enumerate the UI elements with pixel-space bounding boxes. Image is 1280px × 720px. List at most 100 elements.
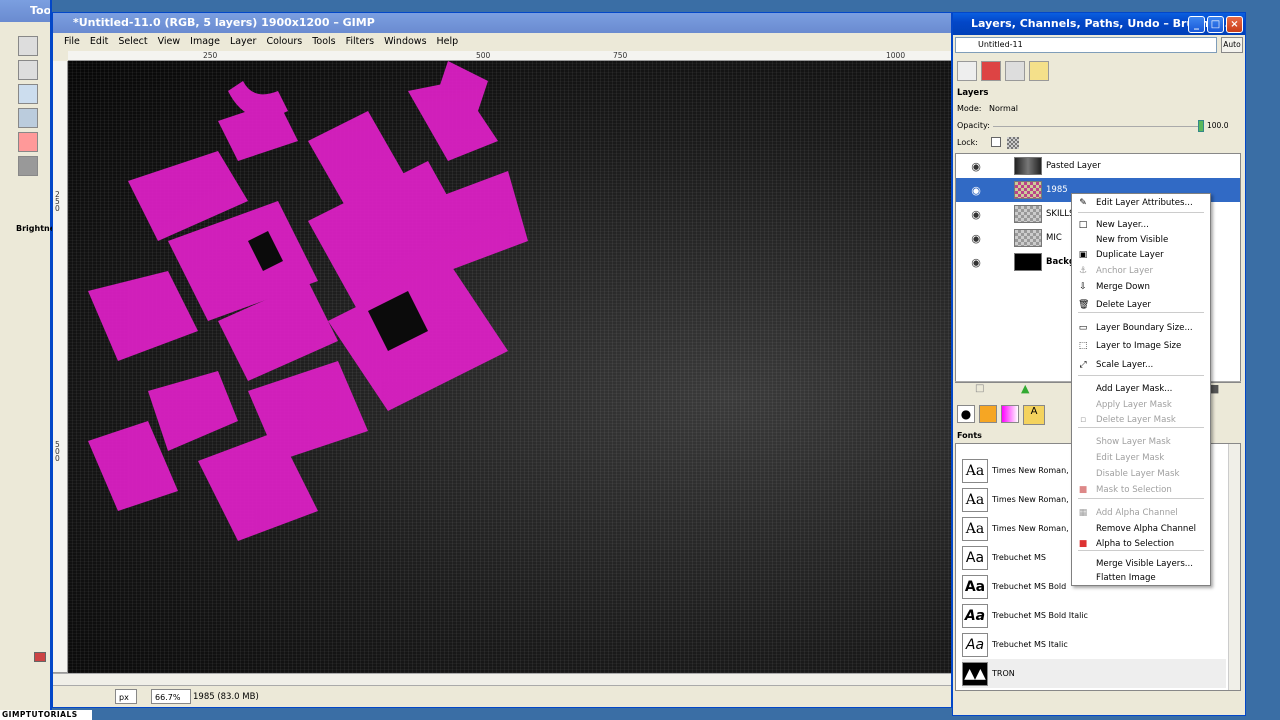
menu-item-merge-down[interactable]: ⇩ Merge Down	[1072, 280, 1210, 294]
font-item[interactable]: Aa Trebuchet MS Italic	[962, 630, 1226, 659]
fonts-tab-icon[interactable]: A	[1023, 405, 1045, 425]
font-item[interactable]: Aa Trebuchet MS Bold Italic	[962, 601, 1226, 630]
mode-label: Mode:	[957, 104, 982, 113]
font-name: Times New Roman, Ita	[992, 524, 1082, 533]
menu-item-label: New Layer...	[1096, 220, 1149, 230]
visibility-eye-icon[interactable]: ◉	[968, 256, 984, 269]
menu-item-duplicate-layer[interactable]: ▣ Duplicate Layer	[1072, 248, 1210, 262]
opacity-slider[interactable]	[993, 126, 1203, 127]
rect-select-tool-icon[interactable]	[18, 60, 38, 80]
image-window: *Untitled-11.0 (RGB, 5 layers) 1900x1200…	[52, 12, 952, 708]
paths-tab-icon[interactable]	[1005, 61, 1025, 81]
layer-row[interactable]: ◉ Pasted Layer	[956, 154, 1240, 178]
save-icon[interactable]	[34, 652, 46, 662]
menu-item-delete-layer-mask: ▫ Delete Layer Mask	[1072, 413, 1210, 427]
menu-item-layer-to-image-size[interactable]: ⬚ Layer to Image Size	[1072, 339, 1210, 353]
menu-item-delete-layer[interactable]: 🗑 Delete Layer	[1072, 298, 1210, 312]
opacity-slider-handle[interactable]	[1198, 120, 1204, 132]
menu-item-anchor-layer: ⚓ Anchor Layer	[1072, 264, 1210, 278]
close-icon[interactable]: ×	[1226, 16, 1243, 33]
menu-colours[interactable]: Colours	[261, 33, 307, 51]
menu-item-label: Delete Layer Mask	[1096, 415, 1176, 425]
font-preview-icon: Aa	[962, 458, 988, 483]
menu-item-remove-alpha-channel[interactable]: Remove Alpha Channel	[1072, 522, 1210, 536]
image-canvas[interactable]	[68, 61, 951, 673]
lock-alpha-icon[interactable]	[1007, 137, 1019, 149]
gradients-tab-icon[interactable]	[1001, 405, 1019, 423]
raise-layer-icon[interactable]: ▲	[1021, 382, 1029, 395]
maximize-icon[interactable]: □	[1207, 16, 1224, 33]
menu-filters[interactable]: Filters	[341, 33, 379, 51]
menu-item-label: Alpha to Selection	[1096, 539, 1175, 549]
channels-tab-icon[interactable]	[981, 61, 1001, 81]
image-titlebar[interactable]: *Untitled-11.0 (RGB, 5 layers) 1900x1200…	[53, 13, 951, 33]
menu-item-label: Layer Boundary Size...	[1096, 323, 1193, 333]
font-item[interactable]: ▲▲ TRON	[962, 659, 1226, 688]
patterns-tab-icon[interactable]	[979, 405, 997, 423]
menu-item-new-layer[interactable]: □ New Layer...	[1072, 218, 1210, 232]
toolbox-titlebar[interactable]: Too	[0, 0, 50, 22]
brushes-tab-icon[interactable]: ●	[957, 405, 975, 423]
graffiti-artwork	[88, 61, 528, 541]
menu-item-new-from-visible[interactable]: New from Visible	[1072, 233, 1210, 247]
menu-item-label: Duplicate Layer	[1096, 250, 1164, 260]
menu-item-icon: ■	[1078, 485, 1088, 495]
menu-layer[interactable]: Layer	[225, 33, 262, 51]
menu-tools[interactable]: Tools	[307, 33, 340, 51]
menu-help[interactable]: Help	[432, 33, 464, 51]
menu-item-alpha-to-selection[interactable]: ■ Alpha to Selection	[1072, 537, 1210, 551]
menu-edit[interactable]: Edit	[85, 33, 113, 51]
fonts-scrollbar[interactable]	[1228, 444, 1240, 690]
menu-item-layer-boundary-size[interactable]: ▭ Layer Boundary Size...	[1072, 321, 1210, 335]
menu-select[interactable]: Select	[113, 33, 152, 51]
visibility-eye-icon[interactable]: ◉	[968, 208, 984, 221]
menu-separator	[1078, 498, 1204, 499]
font-preview-icon: Aa	[962, 545, 988, 570]
menu-separator	[1078, 550, 1204, 551]
new-layer-icon[interactable]: □	[975, 383, 984, 394]
menu-item-add-layer-mask[interactable]: Add Layer Mask...	[1072, 382, 1210, 396]
auto-button[interactable]: Auto	[1221, 37, 1243, 53]
layer-name: MIC	[1046, 233, 1062, 243]
visibility-eye-icon[interactable]: ◉	[968, 184, 984, 197]
layers-tab-icon[interactable]	[957, 61, 977, 81]
menu-item-label: Add Layer Mask...	[1096, 384, 1173, 394]
menu-item-icon: ⚓	[1078, 266, 1088, 276]
lock-pixels-checkbox[interactable]	[991, 137, 1001, 147]
horizontal-scrollbar[interactable]	[53, 673, 951, 685]
ruler-tick-label: 250	[55, 190, 60, 213]
menu-view[interactable]: View	[153, 33, 186, 51]
undo-tab-icon[interactable]	[1029, 61, 1049, 81]
visibility-eye-icon[interactable]: ◉	[968, 232, 984, 245]
menu-item-edit-layer-mask: Edit Layer Mask	[1072, 451, 1210, 465]
menu-windows[interactable]: Windows	[379, 33, 431, 51]
layers-heading: Layers	[957, 88, 989, 98]
mode-select[interactable]: Normal	[985, 102, 1240, 115]
menu-item-icon: ■	[1078, 539, 1088, 549]
menu-image[interactable]: Image	[185, 33, 225, 51]
visibility-eye-icon[interactable]: ◉	[968, 160, 984, 173]
image-select[interactable]: Untitled-11	[955, 37, 1217, 53]
unit-select[interactable]: px	[115, 689, 137, 704]
menu-file[interactable]: File	[59, 33, 85, 51]
eraser-tool-icon[interactable]	[18, 132, 38, 152]
menu-item-scale-layer[interactable]: ⤢ Scale Layer...	[1072, 358, 1210, 372]
bucket-tool-icon[interactable]	[18, 108, 38, 128]
menu-item-edit-layer-attributes[interactable]: ✎ Edit Layer Attributes...	[1072, 196, 1210, 210]
menu-item-disable-layer-mask: Disable Layer Mask	[1072, 467, 1210, 481]
menu-item-label: Scale Layer...	[1096, 360, 1154, 370]
menu-item-label: Flatten Image	[1096, 573, 1156, 583]
pencil-tool-icon[interactable]	[18, 84, 38, 104]
smudge-tool-icon[interactable]	[18, 156, 38, 176]
zoom-select[interactable]: 66.7%	[151, 689, 191, 704]
menu-item-apply-layer-mask: Apply Layer Mask	[1072, 398, 1210, 412]
dock-titlebar[interactable]: Layers, Channels, Paths, Undo – Brushe..…	[953, 13, 1245, 35]
menu-item-merge-visible-layers[interactable]: Merge Visible Layers...	[1072, 557, 1210, 571]
opacity-value[interactable]: 100.0	[1207, 121, 1228, 130]
menu-item-show-layer-mask: Show Layer Mask	[1072, 435, 1210, 449]
minimize-icon[interactable]: _	[1188, 16, 1205, 33]
font-name: Trebuchet MS Bold Italic	[992, 611, 1088, 620]
menu-item-flatten-image[interactable]: Flatten Image	[1072, 571, 1210, 585]
ruler-tick-label: 500	[55, 440, 60, 463]
lasso-tool-icon[interactable]	[18, 36, 38, 56]
